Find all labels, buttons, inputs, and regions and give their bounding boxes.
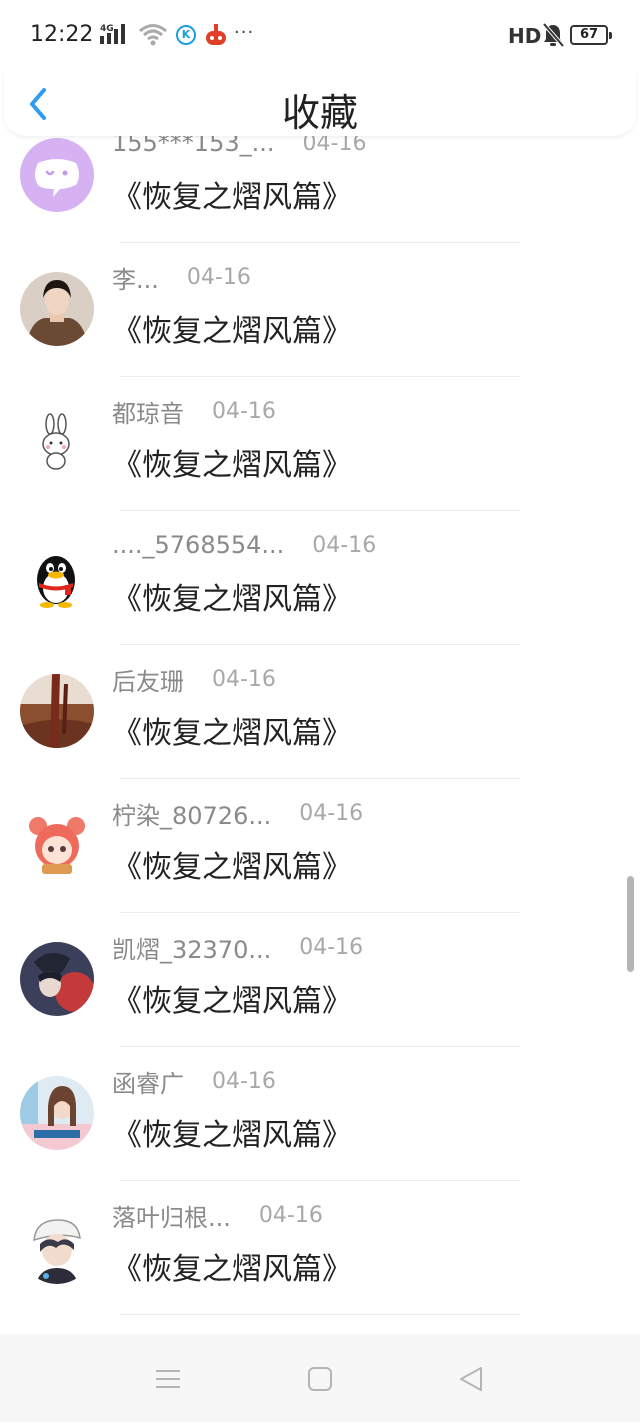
header: 收藏 bbox=[4, 72, 636, 136]
avatar[interactable] bbox=[20, 1210, 94, 1284]
item-date: 04-16 bbox=[212, 398, 276, 424]
item-title[interactable]: 《恢复之熠风篇》 bbox=[112, 1244, 352, 1288]
divider bbox=[120, 778, 520, 779]
item-meta: 柠染_80726... 04-16 bbox=[112, 796, 364, 831]
avatar[interactable] bbox=[20, 138, 94, 212]
item-date: 04-16 bbox=[299, 800, 364, 826]
scrollbar[interactable] bbox=[627, 876, 634, 972]
item-meta: 155***153_... 04-16 bbox=[112, 136, 366, 158]
item-date: 04-16 bbox=[212, 666, 276, 692]
bell-muted-icon bbox=[542, 22, 564, 48]
item-meta: 后友珊 04-16 bbox=[112, 662, 276, 697]
list-item[interactable]: 155***153_... 04-16 《恢复之熠风篇》 bbox=[0, 136, 640, 272]
divider bbox=[120, 1314, 520, 1315]
notification-app-icon bbox=[206, 24, 226, 45]
item-date: 04-16 bbox=[186, 264, 251, 290]
item-date: 04-16 bbox=[312, 532, 377, 558]
user-name[interactable]: 都琼音 bbox=[112, 394, 184, 429]
page-title: 收藏 bbox=[281, 91, 358, 135]
list-item[interactable]: 函睿广 04-16 《恢复之熠风篇》 bbox=[0, 1069, 640, 1210]
item-meta: ...._5768554... 04-16 bbox=[112, 530, 376, 560]
favorites-list[interactable]: 155***153_... 04-16 《恢复之熠风篇》 李... 04-16 … bbox=[0, 136, 640, 1332]
avatar[interactable] bbox=[20, 272, 94, 346]
user-name[interactable]: 凯熠_32370... bbox=[112, 930, 271, 965]
divider bbox=[120, 644, 520, 645]
divider bbox=[120, 1180, 520, 1181]
divider bbox=[120, 1046, 520, 1047]
item-date: 04-16 bbox=[302, 136, 367, 156]
user-name[interactable]: 后友珊 bbox=[112, 662, 184, 697]
list-item[interactable]: 柠染_80726... 04-16 《恢复之熠风篇》 bbox=[0, 801, 640, 942]
list-item[interactable]: 后友珊 04-16 《恢复之熠风篇》 bbox=[0, 667, 640, 808]
status-bar: 12:22 4G K ··· HD 67 bbox=[0, 0, 640, 72]
user-name[interactable]: 155***153_... bbox=[112, 136, 275, 157]
menu-icon[interactable] bbox=[154, 1368, 182, 1390]
wifi-icon bbox=[139, 24, 167, 46]
list-item[interactable]: 李... 04-16 《恢复之熠风篇》 bbox=[0, 265, 640, 406]
user-name[interactable]: ...._5768554... bbox=[112, 531, 284, 559]
item-meta: 函睿广 04-16 bbox=[112, 1064, 276, 1099]
item-meta: 落叶归根... 04-16 bbox=[112, 1198, 323, 1233]
avatar[interactable] bbox=[20, 808, 94, 882]
user-name[interactable]: 李... bbox=[112, 260, 159, 295]
divider bbox=[120, 242, 520, 243]
divider bbox=[120, 510, 520, 511]
avatar[interactable] bbox=[20, 674, 94, 748]
more-notifications-icon: ··· bbox=[234, 22, 255, 43]
svg-text:4G: 4G bbox=[100, 24, 114, 34]
item-meta: 凯熠_32370... 04-16 bbox=[112, 930, 364, 965]
status-time: 12:22 bbox=[30, 22, 94, 47]
home-icon[interactable] bbox=[307, 1366, 333, 1392]
item-meta: 李... 04-16 bbox=[112, 260, 251, 295]
divider bbox=[120, 912, 520, 913]
item-title[interactable]: 《恢复之熠风篇》 bbox=[112, 574, 352, 618]
back-triangle-icon[interactable] bbox=[456, 1364, 486, 1394]
hd-indicator: HD bbox=[508, 24, 542, 48]
signal-icon: 4G bbox=[100, 24, 125, 44]
item-title[interactable]: 《恢复之熠风篇》 bbox=[112, 1110, 352, 1154]
divider bbox=[120, 376, 520, 377]
item-title[interactable]: 《恢复之熠风篇》 bbox=[112, 306, 352, 350]
user-name[interactable]: 柠染_80726... bbox=[112, 796, 271, 831]
list-item[interactable]: 落叶归根... 04-16 《恢复之熠风篇》 bbox=[0, 1203, 640, 1332]
item-meta: 都琼音 04-16 bbox=[112, 394, 276, 429]
system-nav-bar bbox=[0, 1334, 640, 1422]
item-date: 04-16 bbox=[258, 1202, 323, 1228]
avatar[interactable] bbox=[20, 942, 94, 1016]
item-title[interactable]: 《恢复之熠风篇》 bbox=[112, 440, 352, 484]
list-item[interactable]: 都琼音 04-16 《恢复之熠风篇》 bbox=[0, 399, 640, 540]
item-date: 04-16 bbox=[299, 934, 364, 960]
item-title[interactable]: 《恢复之熠风篇》 bbox=[112, 976, 352, 1020]
avatar[interactable] bbox=[20, 1076, 94, 1150]
avatar[interactable] bbox=[20, 540, 94, 614]
app-k-icon: K bbox=[176, 25, 196, 45]
item-date: 04-16 bbox=[212, 1068, 276, 1094]
avatar[interactable] bbox=[20, 406, 94, 480]
user-name[interactable]: 函睿广 bbox=[112, 1064, 184, 1099]
user-name[interactable]: 落叶归根... bbox=[112, 1198, 231, 1233]
battery-icon: 67 bbox=[570, 25, 612, 45]
item-title[interactable]: 《恢复之熠风篇》 bbox=[112, 842, 352, 886]
list-item[interactable]: ...._5768554... 04-16 《恢复之熠风篇》 bbox=[0, 531, 640, 674]
item-title[interactable]: 《恢复之熠风篇》 bbox=[112, 708, 352, 752]
item-title[interactable]: 《恢复之熠风篇》 bbox=[112, 172, 352, 216]
list-item[interactable]: 凯熠_32370... 04-16 《恢复之熠风篇》 bbox=[0, 935, 640, 1076]
